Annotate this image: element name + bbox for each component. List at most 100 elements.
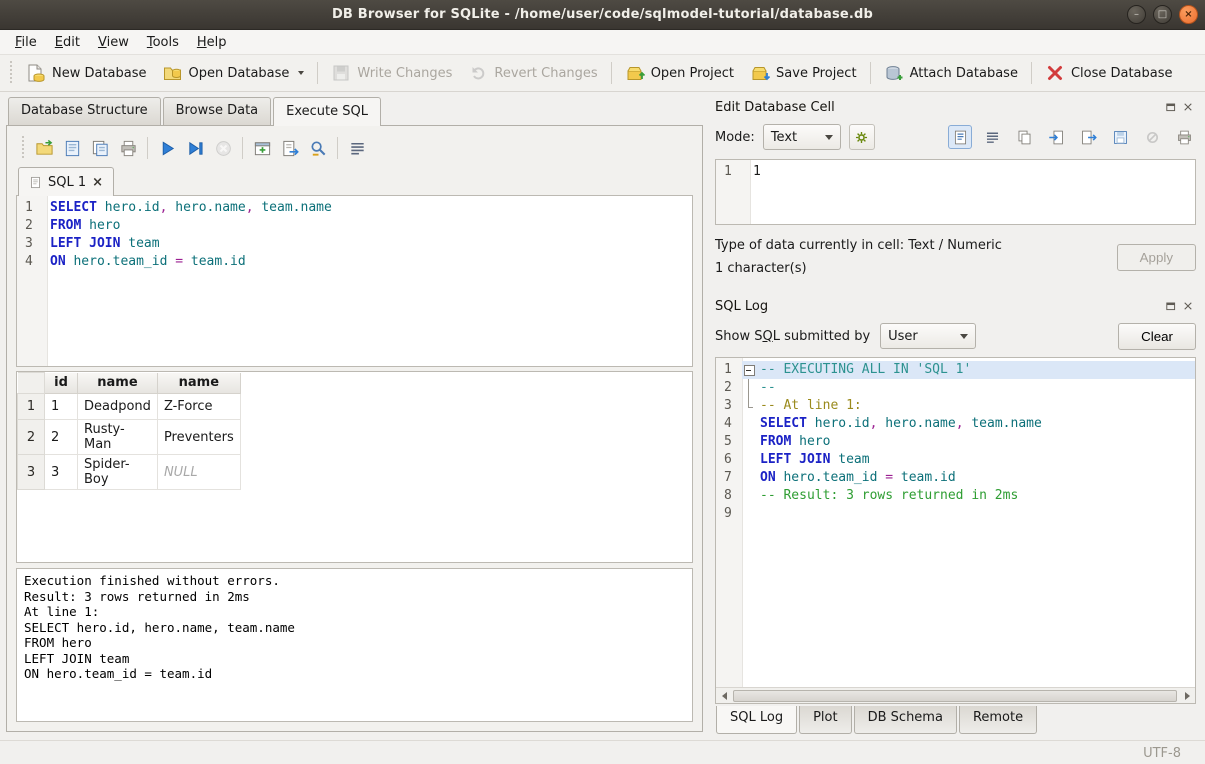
open-sql-file-button[interactable] [30, 135, 58, 161]
fold-marker-icon[interactable] [742, 361, 757, 379]
menu-edit[interactable]: Edit [46, 32, 89, 53]
cell-type-info: Type of data currently in cell: Text / N… [715, 234, 1117, 257]
open-database-button[interactable]: Open Database [155, 59, 313, 87]
table-cell[interactable]: Deadpond [78, 394, 158, 420]
tab-close-icon[interactable]: × [92, 177, 103, 189]
sql-tab-bar: SQL 1 × [16, 167, 693, 195]
sql-tab[interactable]: SQL 1 × [18, 167, 114, 196]
word-wrap-icon [348, 139, 367, 158]
apply-button[interactable]: Apply [1117, 244, 1196, 271]
find-replace-button[interactable] [304, 135, 332, 161]
column-header-name[interactable]: name [78, 373, 158, 394]
menu-help[interactable]: Help [188, 32, 236, 53]
tab-execute-sql[interactable]: Execute SQL [273, 97, 381, 126]
save-sql-file-button[interactable] [58, 135, 86, 161]
encoding-label: UTF-8 [1143, 746, 1181, 761]
token [97, 200, 105, 215]
export-sql-button[interactable] [276, 135, 304, 161]
menu-file[interactable]: File [6, 32, 46, 53]
log-filter-select[interactable]: User [880, 323, 976, 349]
toolbar-handle[interactable] [19, 136, 27, 160]
table-cell[interactable]: 3 [45, 455, 78, 490]
row-number[interactable]: 2 [18, 420, 45, 455]
row-number[interactable]: 1 [18, 394, 45, 420]
code-text: SELECT hero.id, hero.name, team.name [47, 199, 332, 217]
table-cell[interactable]: 2 [45, 420, 78, 455]
row-number[interactable]: 3 [18, 455, 45, 490]
dock-close-icon[interactable] [1182, 300, 1194, 312]
line-number: 4 [17, 253, 47, 271]
close-database-button[interactable]: Close Database [1037, 59, 1181, 87]
toolbar-handle[interactable] [7, 61, 15, 85]
execute-line-button[interactable] [181, 135, 209, 161]
sql-log-lines[interactable]: 1-- EXECUTING ALL IN 'SQL 1'2--3-- At li… [716, 358, 1195, 687]
open-project-button[interactable]: Open Project [617, 59, 742, 87]
open-project-icon [625, 63, 645, 83]
token: hero [89, 218, 120, 233]
print-icon [1176, 129, 1193, 146]
dock-tab-remote[interactable]: Remote [959, 706, 1037, 734]
dock-float-icon[interactable] [1165, 101, 1177, 113]
print-button[interactable] [114, 135, 142, 161]
dock-float-icon[interactable] [1165, 300, 1177, 312]
token [893, 470, 901, 485]
print-button[interactable] [1172, 125, 1196, 149]
open-new-tab-button[interactable] [248, 135, 276, 161]
new-database-button[interactable]: New Database [18, 59, 155, 87]
clear-log-button[interactable]: Clear [1118, 323, 1196, 350]
cell-editor[interactable]: 1 1 [715, 159, 1196, 225]
new-database-icon [26, 63, 46, 83]
word-wrap-button[interactable] [980, 125, 1004, 149]
execute-all-button[interactable] [153, 135, 181, 161]
dock-close-icon[interactable] [1182, 101, 1194, 113]
menu-tools[interactable]: Tools [138, 32, 188, 53]
table-cell[interactable]: Spider-Boy [78, 455, 158, 490]
column-header-name[interactable]: name [157, 373, 240, 394]
execution-output: Execution finished without errors. Resul… [16, 568, 693, 722]
close-icon[interactable]: × [1179, 5, 1198, 24]
table-cell[interactable]: 1 [45, 394, 78, 420]
copy-icon [1016, 129, 1033, 146]
toolbar-separator [870, 62, 871, 84]
fold-gutter [742, 469, 757, 487]
save-project-button[interactable]: Save Project [742, 59, 865, 87]
table-cell[interactable]: NULL [157, 455, 240, 490]
token: FROM [760, 434, 791, 449]
minimize-icon[interactable]: – [1127, 5, 1146, 24]
tab-database-structure[interactable]: Database Structure [8, 97, 161, 125]
copy-button[interactable] [1012, 125, 1036, 149]
import-button[interactable] [1044, 125, 1068, 149]
column-header-id[interactable]: id [45, 373, 78, 394]
scrollbar-thumb[interactable] [733, 690, 1177, 702]
mode-select[interactable]: Text [763, 124, 841, 150]
export-button[interactable] [1076, 125, 1100, 149]
line-number: 1 [716, 361, 742, 379]
close-database-icon [1045, 63, 1065, 83]
dock-tab-db-schema[interactable]: DB Schema [854, 706, 957, 734]
line-number: 2 [17, 217, 47, 235]
save-as-button[interactable] [1108, 125, 1132, 149]
cell-icon-strip [948, 125, 1196, 149]
table-cell[interactable]: Z-Force [157, 394, 240, 420]
menu-view[interactable]: View [89, 32, 138, 53]
text-document-button[interactable] [948, 125, 972, 149]
code-line: 3-- At line 1: [716, 397, 1195, 415]
token: = [885, 470, 893, 485]
line-number: 2 [716, 379, 742, 397]
table-cell[interactable]: Rusty-Man [78, 420, 158, 455]
code-line: 8-- Result: 3 rows returned in 2ms [716, 487, 1195, 505]
dock-tab-plot[interactable]: Plot [799, 706, 852, 734]
tab-browse-data[interactable]: Browse Data [163, 97, 272, 125]
maximize-icon[interactable]: □ [1153, 5, 1172, 24]
table-cell[interactable]: Preventers [157, 420, 240, 455]
save-sql-as-button[interactable] [86, 135, 114, 161]
dock-tab-sql-log[interactable]: SQL Log [716, 706, 797, 734]
word-wrap-button[interactable] [343, 135, 371, 161]
scroll-right-icon[interactable] [1179, 688, 1195, 703]
horizontal-scrollbar[interactable] [716, 687, 1195, 703]
attach-database-button[interactable]: Attach Database [876, 59, 1026, 87]
auto-mode-icon[interactable] [849, 124, 875, 150]
sql-editor[interactable]: 1SELECT hero.id, hero.name, team.name2FR… [16, 195, 693, 367]
save-sql-file-icon [63, 139, 82, 158]
scroll-left-icon[interactable] [716, 688, 732, 703]
